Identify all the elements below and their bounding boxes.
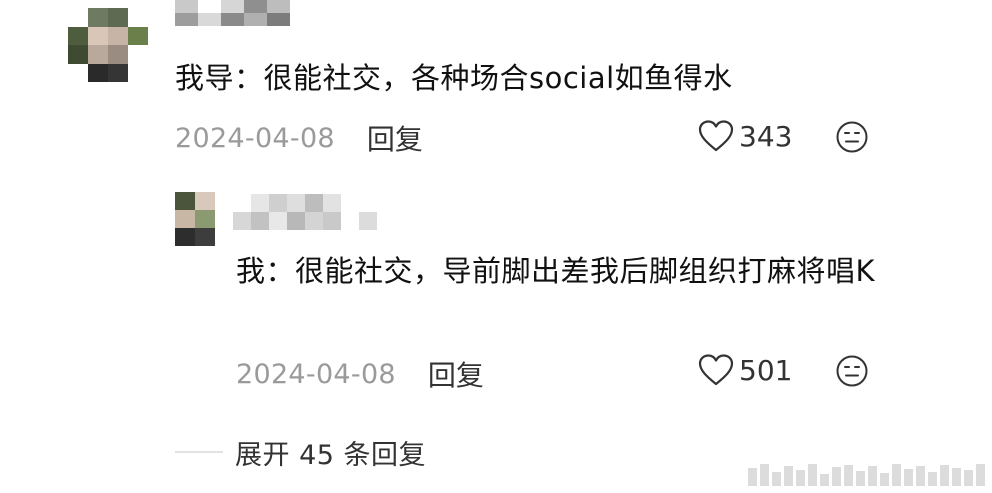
- reply-like-button[interactable]: 501: [697, 350, 792, 390]
- reply-like-count: 501: [739, 353, 793, 387]
- reply-reply-button[interactable]: 回复: [428, 354, 484, 394]
- comment-meta: 2024-04-08 回复: [175, 116, 423, 160]
- comment-text: 我导：很能社交，各种场合social如鱼得水: [175, 61, 733, 95]
- reply-date: 2024-04-08: [236, 358, 396, 390]
- reply-meta: 2024-04-08 回复: [236, 352, 484, 396]
- reply-author-name[interactable]: [233, 194, 378, 230]
- expand-replies-button[interactable]: 展开 45 条回复: [175, 430, 426, 474]
- heart-outline-icon: [697, 119, 735, 153]
- neutral-face-icon: [836, 121, 868, 153]
- comment-like-count: 343: [739, 119, 793, 153]
- comment-date: 2024-04-08: [175, 122, 335, 154]
- reply-emoji-button[interactable]: [835, 354, 869, 388]
- reply-text: 我：很能社交，导前脚出差我后脚组织打麻将唱K: [236, 254, 876, 288]
- heart-outline-icon: [697, 353, 735, 387]
- comment-like-button[interactable]: 343: [697, 116, 792, 156]
- reply-author-avatar[interactable]: [175, 192, 215, 246]
- comment-emoji-button[interactable]: [835, 120, 869, 154]
- commenter-name[interactable]: [175, 0, 313, 26]
- commenter-avatar[interactable]: [68, 8, 148, 82]
- comment-reply-button[interactable]: 回复: [367, 118, 423, 158]
- expand-replies-label: 展开 45 条回复: [235, 439, 427, 471]
- expand-divider: [175, 451, 223, 453]
- watermark: [748, 462, 988, 486]
- neutral-face-icon: [836, 355, 868, 387]
